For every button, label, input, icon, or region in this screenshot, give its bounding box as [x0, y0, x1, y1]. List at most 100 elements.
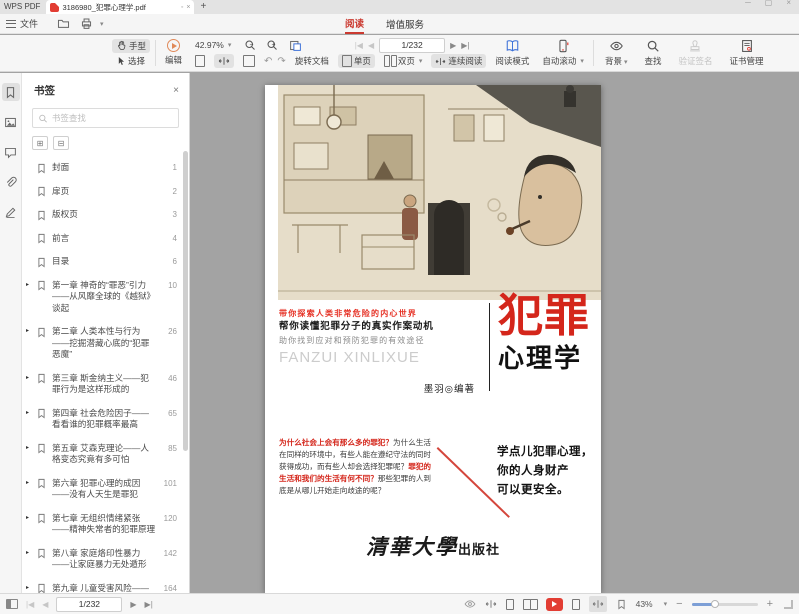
comments-panel-icon[interactable] — [2, 143, 20, 161]
restore-icon[interactable]: ▢ — [765, 0, 773, 7]
status-next-page-icon[interactable]: ▶ — [130, 600, 136, 609]
zoom-slider-thumb[interactable] — [711, 600, 719, 608]
zoom-out-status-icon[interactable]: − — [676, 598, 682, 610]
zoom-slider[interactable] — [692, 603, 758, 606]
bookmark-label: 目录 — [52, 256, 156, 268]
edit-button[interactable]: 编辑 — [161, 53, 186, 67]
single-page-button[interactable]: 单页 — [338, 54, 375, 68]
collapse-all-button[interactable]: ⊟ — [53, 136, 69, 150]
fit-width-status-icon[interactable] — [485, 598, 497, 610]
open-file-button[interactable] — [57, 17, 70, 30]
background-button[interactable]: 背景▾ — [599, 38, 634, 68]
undo-icon[interactable]: ↶ — [264, 56, 272, 67]
tab-read[interactable]: 阅读 — [345, 14, 364, 34]
read-mode-button[interactable]: 阅读模式 — [491, 54, 533, 68]
zoom-in-icon[interactable]: + — [262, 38, 279, 52]
tab-pin-icon[interactable]: ◦ — [181, 4, 183, 11]
status-prev-page-icon[interactable]: ◀ — [42, 600, 48, 609]
print-button[interactable] — [80, 17, 93, 30]
hand-tool-button[interactable]: 手型 — [112, 39, 150, 53]
redo-icon[interactable]: ↷ — [277, 56, 285, 67]
expand-arrow-icon[interactable]: ▸ — [26, 514, 29, 521]
bookmark-item[interactable]: ▸ 第九章 儿童受害风险——别担心，看好你的孩子 164 — [22, 577, 179, 594]
double-page-status-icon[interactable] — [523, 599, 537, 610]
certificate-manage-button[interactable]: 证书管理 — [724, 38, 770, 68]
read-mode-play-button[interactable] — [546, 598, 563, 611]
expand-arrow-icon[interactable]: ▸ — [26, 549, 29, 556]
bookmark-status-icon[interactable] — [616, 599, 627, 610]
zoom-out-icon[interactable]: − — [240, 38, 257, 52]
bookmarks-panel-icon[interactable] — [2, 83, 20, 101]
sidebar-close-icon[interactable]: × — [173, 85, 179, 96]
expand-arrow-icon[interactable]: ▸ — [26, 281, 29, 288]
bookmark-item[interactable]: ▸ 第三章 斯金纳主义——犯罪行为是这样形成的 46 — [22, 367, 179, 402]
tab-close-icon[interactable]: × — [186, 4, 190, 11]
prev-page-icon[interactable]: ◀ — [368, 41, 374, 50]
expand-all-button[interactable]: ⊞ — [32, 136, 48, 150]
bookmark-search-input[interactable] — [52, 113, 173, 123]
status-page-input[interactable] — [56, 597, 122, 612]
bookmark-item[interactable]: ▸ 第六章 犯罪心理的成因——没有人天生是罪犯 101 — [22, 472, 179, 507]
expand-arrow-icon[interactable]: ▸ — [26, 584, 29, 591]
status-last-page-icon[interactable]: ▶| — [145, 600, 153, 609]
expand-arrow-icon[interactable]: ▸ — [26, 327, 29, 334]
tab-value-services[interactable]: 增值服务 — [386, 14, 424, 34]
fit-page-icon[interactable] — [191, 54, 209, 68]
attachments-panel-icon[interactable] — [2, 173, 20, 191]
bookmark-item[interactable]: ▸ 第二章 人类本性与行为——挖掘潜藏心底的“犯罪恶魔” 26 — [22, 320, 179, 367]
toggle-sidebar-icon[interactable] — [6, 599, 18, 609]
fit-page-status-icon[interactable] — [572, 599, 580, 610]
expand-arrow-icon[interactable]: ▸ — [26, 409, 29, 416]
play-button[interactable] — [167, 39, 180, 52]
thumbnails-panel-icon[interactable] — [2, 113, 20, 131]
bookmark-item[interactable]: ▸ 前言 4 — [22, 227, 179, 251]
status-first-page-icon[interactable]: |◀ — [26, 600, 34, 609]
auto-scroll-icon[interactable] — [556, 39, 570, 53]
zoom-dropdown-icon[interactable]: ▾ — [664, 600, 668, 608]
expand-arrow-icon[interactable]: ▸ — [26, 479, 29, 486]
bookmark-item[interactable]: ▸ 第五章 艾森克理论——人格变态究竟有多可怕 85 — [22, 437, 179, 472]
find-button[interactable]: 查找 — [638, 38, 667, 68]
bookmark-item[interactable]: ▸ 扉页 2 — [22, 180, 179, 204]
bookmark-search-box[interactable] — [32, 108, 179, 128]
last-page-icon[interactable]: ▶| — [461, 41, 469, 50]
select-tool-button[interactable]: 选择 — [112, 54, 150, 68]
expand-arrow-icon[interactable]: ▸ — [26, 374, 29, 381]
next-page-icon[interactable]: ▶ — [450, 41, 456, 50]
bookmark-item[interactable]: ▸ 封面 1 — [22, 156, 179, 180]
minimize-icon[interactable]: ─ — [745, 0, 751, 7]
continuous-status-icon[interactable] — [589, 596, 607, 612]
zoom-in-status-icon[interactable]: + — [767, 598, 773, 610]
bookmark-item[interactable]: ▸ 第八章 家庭烙印性暴力——让家庭暴力无处遁形 142 — [22, 542, 179, 577]
sidebar-scrollbar[interactable] — [183, 151, 188, 451]
bookmark-item[interactable]: ▸ 版权页 3 — [22, 203, 179, 227]
pdf-page-cover[interactable]: 带你探索人类非常危险的内心世界 帮你读懂犯罪分子的真实作案动机 助你找到应对和预… — [265, 85, 601, 593]
bookmark-item[interactable]: ▸ 目录 6 — [22, 250, 179, 274]
hamburger-menu-icon[interactable] — [6, 20, 16, 28]
expand-arrow-icon[interactable]: ▸ — [26, 444, 29, 451]
eye-protect-icon[interactable] — [464, 598, 476, 610]
quickbar-dropdown-icon[interactable]: ▾ — [100, 20, 104, 28]
rotate-doc-button[interactable]: 旋转文档 — [291, 54, 333, 68]
first-page-icon[interactable]: |◀ — [355, 41, 363, 50]
fit-width-icon[interactable] — [214, 54, 234, 68]
signature-panel-icon[interactable] — [2, 203, 20, 221]
bookmark-item[interactable]: ▸ 第四章 社会危险因子——看看谁的犯罪概率最高 65 — [22, 402, 179, 437]
resize-grip-icon[interactable] — [784, 600, 793, 609]
document-tab[interactable]: 3186980_犯罪心理学.pdf ◦ × — [46, 0, 194, 14]
zoom-select[interactable]: 42.97%▾ — [191, 39, 235, 51]
status-zoom-value[interactable]: 43% — [636, 599, 653, 609]
bookmark-item[interactable]: ▸ 第一章 神奇的“罪恶”引力——从风靡全球的《越狱》谈起 10 — [22, 274, 179, 321]
auto-scroll-button[interactable]: 自动滚动▾ — [538, 54, 588, 68]
close-icon[interactable]: × — [786, 0, 791, 7]
new-tab-button[interactable]: + — [194, 0, 212, 13]
continuous-read-button[interactable]: 连续阅读 — [431, 54, 486, 68]
page-number-input[interactable] — [379, 38, 445, 53]
bookmark-item[interactable]: ▸ 第七章 无组织情绪紧张——精神失常者的犯罪原理 120 — [22, 507, 179, 542]
fit-window-icon[interactable] — [285, 38, 306, 53]
book-icon[interactable] — [505, 39, 520, 53]
single-page-status-icon[interactable] — [506, 599, 514, 610]
file-menu[interactable]: 文件 — [20, 17, 38, 30]
double-page-button[interactable]: 双页▾ — [380, 54, 427, 68]
actual-size-icon[interactable] — [239, 54, 259, 68]
